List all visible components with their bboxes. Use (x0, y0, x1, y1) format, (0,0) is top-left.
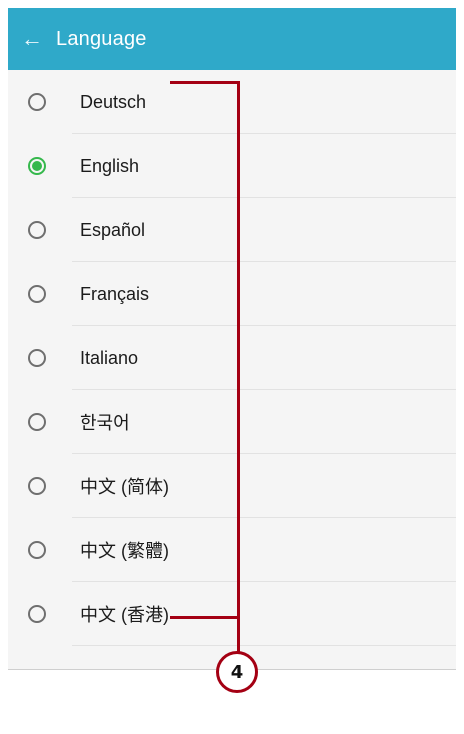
page-title: Language (56, 27, 147, 50)
language-label: 中文 (简体) (80, 477, 169, 497)
radio-button[interactable] (28, 221, 46, 239)
radio-button[interactable] (28, 413, 46, 431)
language-item[interactable]: 한국어 (8, 390, 456, 454)
language-list: Deutsch English Español Français Italian… (8, 70, 456, 669)
callout-bracket-vertical (237, 81, 240, 655)
radio-button[interactable] (28, 349, 46, 367)
app-bar: ← Language (8, 8, 456, 70)
language-item[interactable]: 中文 (简体) (8, 454, 456, 518)
divider (72, 645, 456, 646)
radio-button[interactable] (28, 157, 46, 175)
language-item[interactable]: 中文 (香港) (8, 582, 456, 646)
language-item[interactable]: 中文 (繁體) (8, 518, 456, 582)
back-button[interactable]: ← (8, 8, 56, 70)
radio-dot-icon (32, 161, 42, 171)
language-label: Français (80, 283, 150, 304)
callout-bracket-bottom (170, 616, 240, 619)
language-label: 한국어 (80, 413, 130, 433)
language-item[interactable]: Español (8, 198, 456, 262)
callout-bracket-top (170, 81, 240, 84)
arrow-left-icon: ← (21, 26, 43, 51)
radio-button[interactable] (28, 477, 46, 495)
language-item[interactable]: Deutsch (8, 70, 456, 134)
language-item[interactable]: English (8, 134, 456, 198)
radio-button[interactable] (28, 93, 46, 111)
phone-screen: ← Language Deutsch English Español Franç… (8, 8, 456, 670)
language-label: Español (80, 219, 146, 240)
language-label: Italiano (80, 347, 139, 368)
radio-button[interactable] (28, 285, 46, 303)
language-label: Deutsch (80, 91, 147, 112)
radio-button[interactable] (28, 605, 46, 623)
language-item[interactable]: Italiano (8, 326, 456, 390)
language-label: 中文 (繁體) (80, 541, 169, 561)
callout-number-badge: 4 (216, 651, 258, 693)
language-item[interactable]: Français (8, 262, 456, 326)
language-label: English (80, 155, 140, 176)
radio-button[interactable] (28, 541, 46, 559)
language-label: 中文 (香港) (80, 605, 169, 625)
